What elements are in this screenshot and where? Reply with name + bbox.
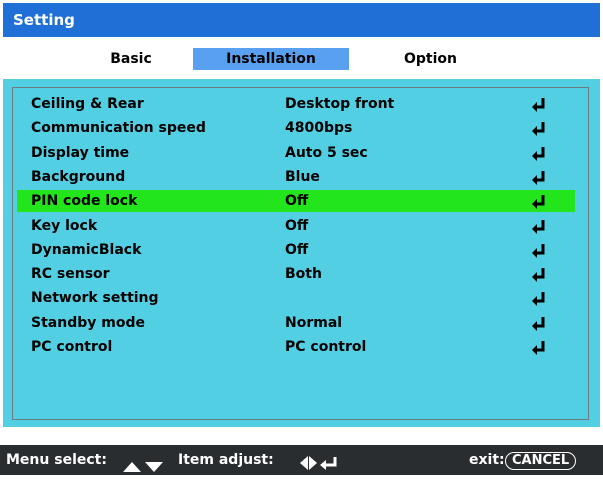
setting-value: 4800bps (285, 120, 353, 137)
settings-row[interactable]: DynamicBlack Off (17, 239, 575, 261)
enter-icon[interactable] (532, 219, 546, 234)
setting-label: Background (31, 168, 126, 185)
enter-icon[interactable] (532, 243, 546, 258)
setting-label: RC sensor (31, 266, 110, 283)
tab-installation[interactable]: Installation (193, 48, 349, 70)
window-title: Setting (3, 3, 600, 37)
setting-value: Both (285, 266, 322, 283)
enter-icon[interactable] (532, 146, 546, 161)
enter-icon[interactable] (532, 121, 546, 137)
setting-label: Standby mode (31, 314, 145, 331)
settings-row[interactable]: Background Blue (17, 166, 575, 188)
settings-row[interactable]: Display time Auto 5 sec (17, 142, 575, 164)
menu-select-label: Menu select: (6, 452, 107, 468)
enter-icon[interactable] (532, 340, 546, 355)
enter-icon[interactable] (532, 170, 546, 185)
setting-label: Ceiling & Rear (31, 96, 144, 112)
settings-row[interactable]: Standby mode Normal (17, 312, 575, 334)
cancel-key-badge: CANCEL (501, 445, 577, 475)
settings-row[interactable]: Key lock Off (17, 215, 575, 237)
settings-row[interactable]: Network setting (17, 287, 575, 309)
tab-option[interactable]: Option (378, 48, 483, 70)
cancel-key: CANCEL (505, 452, 577, 470)
setting-value: Desktop front (285, 96, 395, 112)
settings-row[interactable]: RC sensor Both (17, 263, 575, 285)
setting-value: Auto 5 sec (285, 144, 368, 161)
enter-icon[interactable] (532, 291, 546, 307)
setting-value: PC control (285, 339, 367, 355)
setting-value: Off (285, 217, 309, 234)
settings-row[interactable]: PIN code lock Off (17, 190, 575, 213)
tab-bar: Basic Installation Option (3, 40, 600, 78)
setting-label: DynamicBlack (31, 241, 142, 258)
setting-value: Off (285, 241, 309, 258)
status-bar: Menu select: Item adjust: exit: CANCEL (0, 445, 603, 475)
item-adjust-label: Item adjust: (178, 452, 274, 468)
tab-basic[interactable]: Basic (76, 48, 186, 70)
setting-label: Network setting (31, 290, 159, 307)
settings-row[interactable]: Communication speed 4800bps (17, 117, 575, 139)
enter-icon[interactable] (532, 194, 546, 210)
settings-row[interactable]: PC control PC control (17, 336, 575, 358)
settings-window: Setting Basic Installation Option Ceilin… (0, 0, 603, 475)
setting-value: Off (285, 193, 309, 210)
setting-value: Normal (285, 314, 343, 331)
up-down-triangle-icon (123, 454, 165, 484)
setting-label: PC control (31, 339, 113, 355)
settings-row[interactable]: Ceiling & Rear Desktop front (17, 93, 575, 115)
enter-icon[interactable] (532, 97, 546, 112)
exit-label: exit: (469, 452, 505, 468)
enter-icon[interactable] (532, 316, 546, 331)
setting-label: Communication speed (31, 120, 206, 137)
setting-label: Key lock (31, 217, 98, 234)
enter-icon[interactable] (532, 267, 546, 283)
settings-panel: Ceiling & Rear Desktop front Communication… (3, 79, 600, 427)
setting-label: Display time (31, 144, 130, 161)
setting-value: Blue (285, 168, 320, 185)
left-right-enter-icon (300, 452, 340, 482)
setting-label: PIN code lock (31, 193, 138, 210)
